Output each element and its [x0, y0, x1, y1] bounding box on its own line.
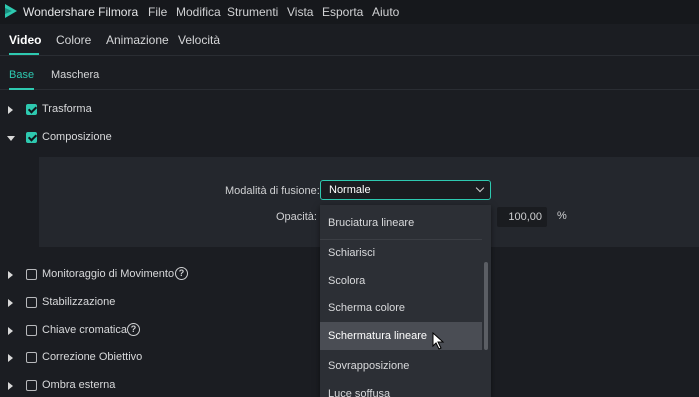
section-motion-tracking[interactable]: Monitoraggio di Movimento ? [0, 267, 320, 285]
dropdown-item[interactable]: Scolora [320, 267, 482, 295]
motion-tracking-checkbox[interactable] [26, 269, 37, 280]
expand-arrow-icon[interactable] [8, 327, 13, 335]
dropdown-item[interactable]: Luce soffusa [320, 380, 482, 397]
blend-mode-label: Modalità di fusione: [225, 185, 320, 197]
opacity-input[interactable]: 100,00 [497, 207, 547, 227]
expand-arrow-icon[interactable] [8, 299, 13, 307]
app-title: Wondershare Filmora [23, 5, 139, 19]
tab-colore[interactable]: Colore [56, 33, 91, 47]
section-drop-shadow[interactable]: Ombra esterna [0, 378, 320, 396]
opacity-unit: % [557, 210, 567, 222]
tab-video[interactable]: Video [9, 33, 41, 47]
dropdown-item-hovered[interactable]: Schermatura lineare [320, 322, 482, 350]
opacity-label: Opacità: [276, 211, 317, 223]
stabilization-label: Stabilizzazione [42, 296, 116, 308]
help-icon[interactable]: ? [127, 323, 140, 336]
dropdown-item[interactable]: Bruciatura lineare [320, 209, 482, 237]
blend-mode-dropdown[interactable]: Bruciatura lineare Schiarisci Scolora Sc… [320, 205, 491, 397]
dropdown-item[interactable]: Schiarisci [320, 239, 482, 267]
transform-label: Trasforma [42, 103, 92, 115]
blend-mode-select[interactable]: Normale [320, 180, 491, 200]
blend-mode-value: Normale [329, 184, 371, 196]
subtab-base[interactable]: Base [9, 69, 34, 81]
tab-velocita[interactable]: Velocità [178, 33, 220, 47]
section-composition[interactable]: Composizione [0, 130, 320, 148]
collapse-arrow-icon[interactable] [7, 136, 15, 141]
filmora-logo-icon [5, 4, 17, 18]
expand-arrow-icon[interactable] [8, 271, 13, 279]
lens-correction-checkbox[interactable] [26, 352, 37, 363]
menu-file[interactable]: File [148, 5, 167, 19]
section-chroma-key[interactable]: Chiave cromatica ? [0, 323, 320, 341]
section-stabilization[interactable]: Stabilizzazione [0, 295, 320, 313]
menu-bar: Wondershare Filmora File Modifica Strume… [0, 0, 699, 24]
chroma-key-label: Chiave cromatica [42, 324, 127, 336]
section-lens-correction[interactable]: Correzione Obiettivo [0, 350, 320, 368]
menu-esporta[interactable]: Esporta [322, 5, 363, 19]
active-tab-indicator [9, 53, 39, 55]
stabilization-checkbox[interactable] [26, 297, 37, 308]
expand-arrow-icon[interactable] [8, 106, 13, 114]
mouse-cursor-icon [432, 332, 445, 350]
subtab-bar: Base Maschera [0, 60, 699, 90]
menu-vista[interactable]: Vista [287, 5, 313, 19]
transform-checkbox[interactable] [26, 104, 37, 115]
chevron-down-icon [475, 183, 485, 193]
dropdown-scrollbar[interactable] [484, 262, 488, 350]
drop-shadow-label: Ombra esterna [42, 379, 116, 391]
expand-arrow-icon[interactable] [8, 354, 13, 362]
composition-checkbox[interactable] [26, 132, 37, 143]
section-transform[interactable]: Trasforma [0, 102, 320, 120]
motion-tracking-label: Monitoraggio di Movimento [42, 268, 175, 280]
subtab-maschera[interactable]: Maschera [51, 69, 99, 81]
dropdown-item[interactable]: Scherma colore [320, 294, 482, 322]
dropdown-item[interactable]: Sovrapposizione [320, 352, 482, 380]
lens-correction-label: Correzione Obiettivo [42, 351, 143, 363]
drop-shadow-checkbox[interactable] [26, 380, 37, 391]
menu-aiuto[interactable]: Aiuto [372, 5, 399, 19]
active-subtab-indicator [9, 88, 34, 90]
tab-bar: Video Colore Animazione Velocità [0, 26, 699, 56]
chroma-key-checkbox[interactable] [26, 325, 37, 336]
help-icon[interactable]: ? [175, 267, 188, 280]
tab-animazione[interactable]: Animazione [106, 33, 169, 47]
menu-modifica[interactable]: Modifica [176, 5, 221, 19]
composition-label: Composizione [42, 131, 112, 143]
menu-strumenti[interactable]: Strumenti [227, 5, 278, 19]
expand-arrow-icon[interactable] [8, 382, 13, 390]
